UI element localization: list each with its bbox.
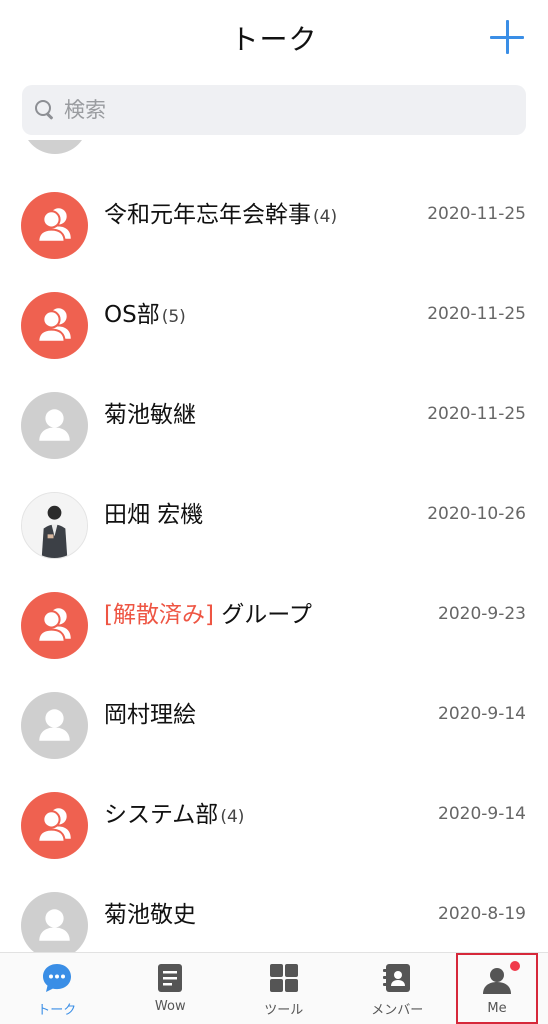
grid-icon	[267, 961, 301, 995]
user-avatar-icon	[21, 892, 88, 952]
chat-date: 2020-10-26	[427, 504, 526, 524]
tab-label: ツール	[264, 1003, 304, 1018]
notification-badge	[510, 961, 520, 971]
plus-icon[interactable]	[490, 20, 524, 54]
chat-name: OS部 (5)	[104, 302, 186, 328]
search-bar[interactable]	[22, 85, 526, 135]
list-item[interactable]: システム部 (4) 2020-9-14	[0, 740, 548, 859]
chat-date: 2020-9-14	[438, 804, 526, 824]
chat-date: 2020-11-25	[427, 404, 526, 424]
page-title: トーク	[230, 23, 318, 56]
tab-label: メンバー	[371, 1003, 424, 1018]
contacts-icon	[380, 961, 414, 995]
list-item[interactable]: 令和元年忘年会幹事 (4) 2020-11-25	[0, 140, 548, 259]
chat-date: 2020-11-25	[427, 304, 526, 324]
list-item[interactable]: 岡村理絵 2020-9-14	[0, 640, 548, 759]
tab-label: Me	[487, 1001, 507, 1016]
disbanded-tag: [解散済み]	[104, 602, 214, 628]
chat-date: 2020-9-23	[438, 604, 526, 624]
document-icon	[153, 961, 187, 995]
chat-name: [解散済み] グループ	[104, 602, 312, 628]
tab-tools[interactable]: ツール	[227, 953, 341, 1024]
list-item[interactable]: 田畑 宏機 2020-10-26	[0, 440, 548, 559]
tab-label: Wow	[154, 999, 186, 1014]
chat-list[interactable]: 令和元年忘年会幹事 (4) 2020-11-25 OS部 (5) 2020-11-2…	[0, 140, 548, 952]
chat-name: システム部 (4)	[104, 802, 245, 828]
list-item[interactable]: 菊池敬史 2020-8-19	[0, 840, 548, 952]
tab-bar: トーク Wow ツール メンバー Me	[0, 952, 548, 1024]
tab-me[interactable]: Me	[456, 953, 538, 1024]
chat-name: 令和元年忘年会幹事 (4)	[104, 202, 338, 228]
list-item[interactable]: 菊池敏継 2020-11-25	[0, 340, 548, 459]
header: トーク	[0, 0, 548, 76]
list-item[interactable]: OS部 (5) 2020-11-25	[0, 240, 548, 359]
chat-date: 2020-9-14	[438, 704, 526, 724]
chat-bubble-icon	[40, 961, 74, 995]
chat-date: 2020-8-19	[438, 904, 526, 924]
chat-name: 岡村理絵	[104, 702, 196, 728]
chat-name: 菊池敏継	[104, 402, 196, 428]
chat-name: 菊池敬史	[104, 902, 196, 928]
tab-label: トーク	[37, 1003, 77, 1018]
search-input[interactable]	[64, 98, 464, 122]
chat-name: 田畑 宏機	[104, 502, 204, 528]
tab-wow[interactable]: Wow	[114, 953, 228, 1024]
user-icon	[480, 961, 520, 997]
tab-members[interactable]: メンバー	[341, 953, 455, 1024]
chat-date: 2020-11-25	[427, 204, 526, 224]
tab-talk[interactable]: トーク	[0, 953, 114, 1024]
search-icon	[34, 99, 56, 121]
list-item[interactable]: [解散済み] グループ 2020-9-23	[0, 540, 548, 659]
